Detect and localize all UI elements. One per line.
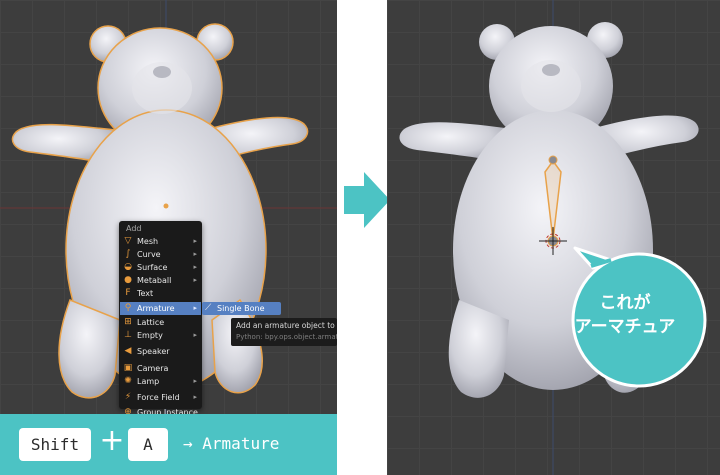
tooltip: Add an armature object to the Python: bp… (231, 318, 337, 346)
submenu-arrow-icon: ▸ (193, 377, 197, 385)
shortcut-result-label: Armature (202, 434, 280, 453)
right-arrow-icon (344, 172, 390, 228)
plus-sign: + (99, 423, 125, 458)
submenu-arrow-icon: ▸ (193, 263, 197, 271)
mesh-icon: ▽ (124, 236, 132, 246)
arrow-icon: → (183, 434, 193, 453)
lattice-icon: ⊞ (124, 317, 132, 327)
menu-item-surface[interactable]: ◒ Surface ▸ (120, 261, 201, 274)
empty-icon: ⊥ (124, 330, 132, 340)
armature-icon: ⚲ (124, 303, 132, 313)
metaball-icon: ● (124, 275, 132, 285)
submenu-arrow-icon: ▸ (193, 276, 197, 284)
shortcut-result: → Armature (183, 426, 279, 462)
menu-item-mesh[interactable]: ▽ Mesh ▸ (120, 235, 201, 248)
submenu-arrow-icon: ▸ (193, 393, 197, 401)
menu-item-camera[interactable]: ▣ Camera (120, 362, 201, 375)
separator (337, 0, 387, 475)
menu-item-empty[interactable]: ⊥ Empty ▸ (120, 329, 201, 342)
surface-icon: ◒ (124, 262, 132, 272)
tooltip-python: Python: bpy.ops.object.armatu (236, 333, 337, 341)
add-menu-title: Add (126, 224, 142, 233)
text-icon: F (125, 288, 131, 298)
force-field-icon: ⚡ (124, 392, 132, 402)
submenu-arrow-icon: ▸ (193, 331, 197, 339)
submenu-single-bone[interactable]: ⟋ Single Bone (202, 302, 281, 315)
camera-icon: ▣ (123, 363, 133, 373)
lamp-icon: ✺ (124, 376, 132, 386)
menu-item-text[interactable]: F Text (120, 287, 201, 300)
menu-item-curve[interactable]: ∫ Curve ▸ (120, 248, 201, 261)
shift-key: Shift (19, 428, 91, 461)
menu-item-metaball[interactable]: ● Metaball ▸ (120, 274, 201, 287)
speaker-icon: ◀ (124, 346, 132, 356)
menu-item-speaker[interactable]: ◀ Speaker (120, 345, 201, 358)
bear-mesh-right (399, 0, 699, 475)
menu-item-lattice[interactable]: ⊞ Lattice (120, 316, 201, 329)
left-viewport[interactable]: Add ▽ Mesh ▸ ∫ Curve ▸ ◒ Surface ▸ ● Metaball ▸ … (0, 0, 337, 475)
curve-icon: ∫ (125, 249, 131, 259)
right-viewport[interactable] (387, 0, 720, 475)
menu-item-armature[interactable]: ⚲ Armature ▸ (120, 302, 201, 315)
menu-item-lamp[interactable]: ✺ Lamp ▸ (120, 375, 201, 388)
bone-icon: ⟋ (205, 303, 212, 313)
submenu-arrow-icon: ▸ (193, 250, 197, 258)
menu-item-force-field[interactable]: ⚡ Force Field ▸ (120, 391, 201, 404)
tooltip-description: Add an armature object to the (236, 321, 337, 330)
a-key: A (128, 428, 168, 461)
callout-text: これが アーマチュア (574, 293, 676, 337)
submenu-arrow-icon: ▸ (193, 237, 197, 245)
submenu-arrow-icon: ▸ (193, 304, 197, 312)
